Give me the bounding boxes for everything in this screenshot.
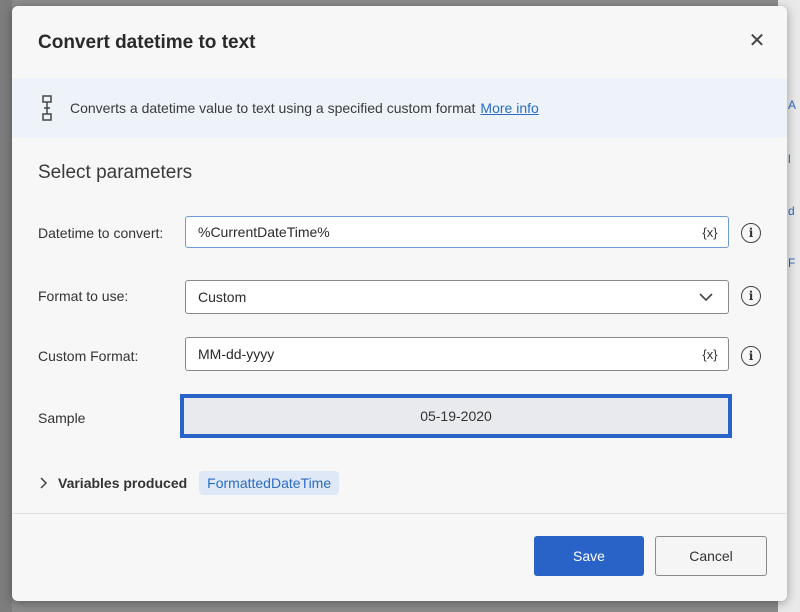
convert-datetime-dialog: Convert datetime to text ✕ Converts a da… [12, 6, 787, 601]
background-glyph: A [788, 98, 797, 112]
sample-label: Sample [38, 410, 86, 426]
custom-format-variable-button[interactable]: {x} [696, 347, 724, 362]
chevron-right-icon[interactable] [38, 475, 50, 491]
datetime-input[interactable]: %CurrentDateTime% {x} [185, 216, 729, 248]
variables-produced-row: Variables produced FormattedDateTime [38, 470, 340, 496]
chevron-down-icon[interactable] [694, 292, 718, 302]
custom-format-value: MM-dd-yyyy [198, 346, 275, 362]
close-button[interactable]: ✕ [743, 26, 771, 54]
format-value: Custom [198, 289, 247, 305]
dialog-title: Convert datetime to text [38, 32, 256, 53]
format-label: Format to use: [38, 288, 129, 304]
background-app-left [0, 0, 12, 612]
formatted-datetime-variable[interactable]: FormattedDateTime [199, 471, 340, 495]
close-icon: ✕ [748, 29, 766, 52]
datetime-label: Datetime to convert: [38, 225, 164, 241]
datetime-variable-button[interactable]: {x} [696, 225, 724, 240]
background-glyph: F [788, 256, 796, 270]
info-banner: Converts a datetime value to text using … [12, 78, 787, 138]
background-glyph: d [788, 204, 795, 218]
custom-format-input[interactable]: MM-dd-yyyy {x} [185, 337, 729, 371]
sample-output: 05-19-2020 [180, 394, 732, 438]
custom-format-label: Custom Format: [38, 348, 139, 364]
banner-description: Converts a datetime value to text using … [70, 100, 476, 116]
section-title: Select parameters [38, 162, 193, 183]
format-info-icon[interactable]: i [741, 286, 761, 306]
more-info-link[interactable]: More info [480, 100, 538, 116]
variables-produced-label[interactable]: Variables produced [58, 475, 187, 491]
footer-divider [12, 513, 787, 514]
format-select[interactable]: Custom [185, 280, 729, 314]
sample-value: 05-19-2020 [420, 408, 492, 424]
datetime-info-icon[interactable]: i [741, 223, 761, 243]
datetime-value: %CurrentDateTime% [198, 224, 330, 240]
background-glyph: l [788, 152, 791, 166]
flow-icon [40, 95, 54, 121]
cancel-button[interactable]: Cancel [655, 536, 767, 576]
custom-format-info-icon[interactable]: i [741, 346, 761, 366]
save-button[interactable]: Save [534, 536, 644, 576]
